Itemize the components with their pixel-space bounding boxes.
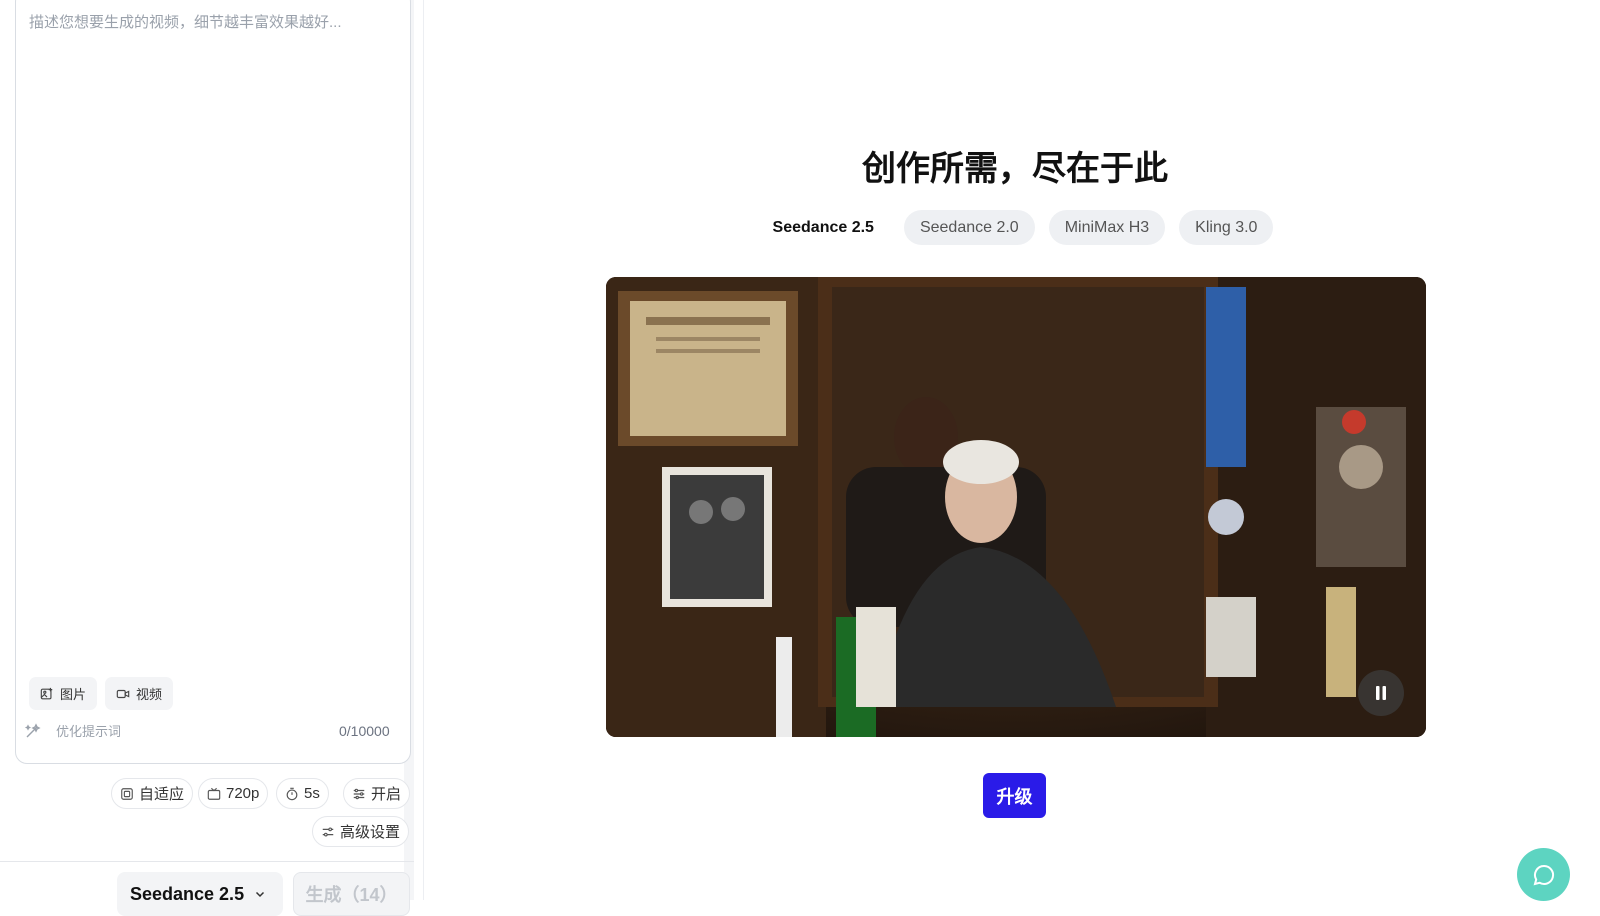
advanced-settings-label: 高级设置: [340, 824, 401, 841]
image-icon: [40, 687, 53, 699]
video-frame: [606, 277, 1426, 737]
tab-minimax-h3[interactable]: MiniMax H3: [1048, 210, 1166, 245]
resolution-chip[interactable]: 720p: [198, 778, 269, 809]
model-select[interactable]: Seedance 2.5: [117, 872, 283, 916]
aspect-label: 自适应: [139, 786, 185, 803]
resolution-icon: [207, 787, 221, 800]
resolution-label: 720p: [226, 785, 260, 802]
chat-button[interactable]: [1517, 848, 1570, 901]
tab-seedance-2-0[interactable]: Seedance 2.0: [903, 210, 1035, 245]
prompt-box[interactable]: 描述您想要生成的视频，细节越丰富效果越好...: [15, 0, 411, 764]
model-tabs: Seedance 2.5 Seedance 2.0 MiniMax H3 Kli…: [0, 210, 1600, 245]
optimize-prompt-label: 优化提示词: [56, 724, 122, 739]
toggle-label: 开启: [371, 786, 402, 803]
aspect-icon: [121, 787, 133, 800]
tab-kling-3-0[interactable]: Kling 3.0: [1179, 210, 1274, 245]
video-icon: [116, 689, 130, 698]
toggle-chip[interactable]: 开启: [343, 778, 411, 809]
sliders-icon: [353, 788, 365, 799]
generate-button[interactable]: 生成（14）: [293, 872, 410, 916]
left-panel: 描述您想要生成的视频，细节越丰富效果越好... 图片 视频 优化提示词 0/10…: [0, 0, 424, 916]
chevron-down-icon: [256, 891, 265, 898]
footer-divider: [0, 861, 414, 862]
prompt-input[interactable]: 描述您想要生成的视频，细节越丰富效果越好...: [29, 11, 342, 32]
aspect-chip[interactable]: 自适应: [111, 778, 194, 809]
chat-icon: [1533, 864, 1554, 885]
advanced-settings-chip[interactable]: 高级设置: [312, 816, 410, 847]
magic-wand-icon: [24, 722, 41, 737]
pause-button[interactable]: [1358, 670, 1404, 716]
attach-video-button[interactable]: 视频: [105, 677, 174, 710]
settings-icon: [322, 826, 334, 837]
duration-chip[interactable]: 5s: [276, 778, 329, 809]
model-select-label: Seedance 2.5: [130, 883, 245, 904]
showcase-video[interactable]: [606, 277, 1426, 737]
attach-image-button[interactable]: 图片: [29, 677, 98, 710]
pause-icon: [1376, 686, 1386, 700]
tab-seedance-2-5[interactable]: Seedance 2.5: [757, 210, 890, 245]
optimize-prompt-button[interactable]: 优化提示词: [24, 721, 121, 740]
char-counter: 0/10000: [339, 723, 390, 739]
attach-image-label: 图片: [60, 687, 87, 702]
attach-video-label: 视频: [136, 687, 163, 702]
duration-label: 5s: [304, 785, 320, 802]
hero-title: 创作所需，尽在于此: [862, 150, 1168, 188]
timer-icon: [286, 787, 298, 800]
upgrade-button[interactable]: 升级: [983, 773, 1046, 818]
